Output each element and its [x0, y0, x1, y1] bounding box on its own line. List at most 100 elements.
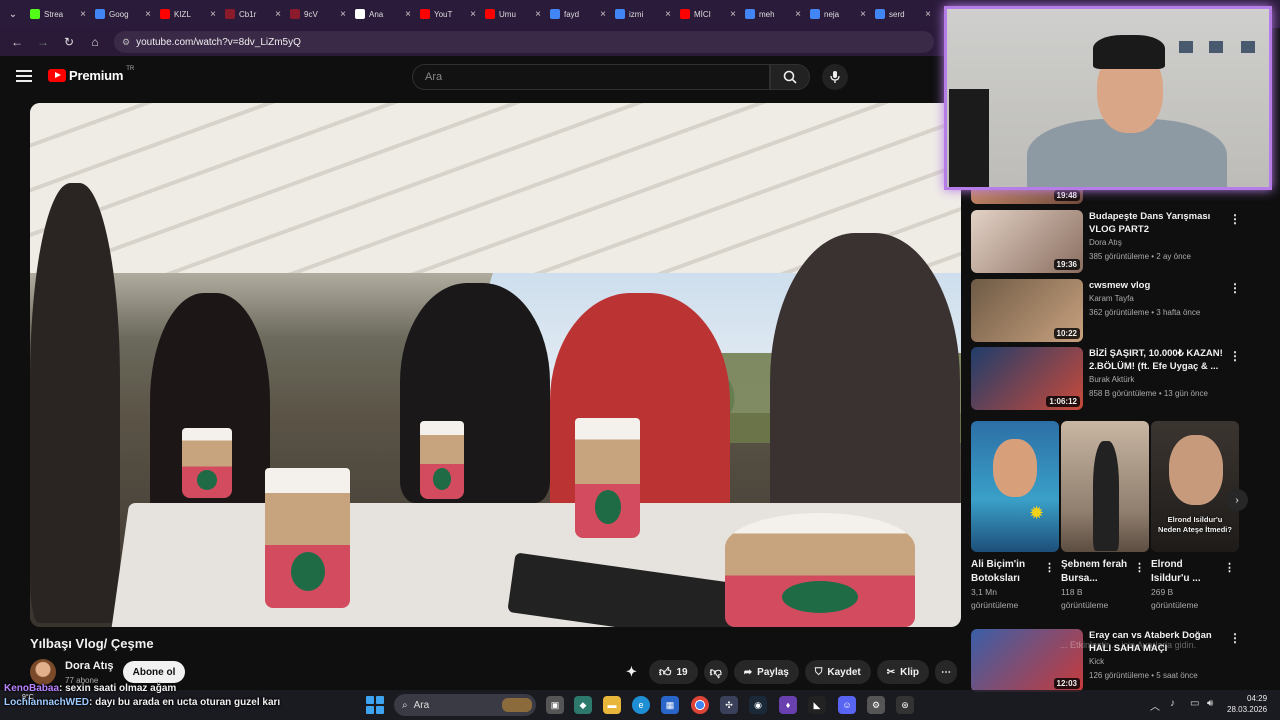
share-button[interactable]: ➦ Paylaş: [733, 660, 799, 684]
recommendation-item[interactable]: 1:06:12 BİZİ ŞAŞIRT, 10.000₺ KAZAN! 2.BÖL…: [971, 347, 1271, 417]
browser-tab[interactable]: Umu ×: [481, 3, 545, 25]
recommendation-item[interactable]: 19:36 Budapeşte Dans Yarışması VLOG PART2…: [971, 210, 1271, 280]
volume-icon[interactable]: 🔊︎: [1207, 698, 1213, 709]
menu-icon[interactable]: [16, 70, 32, 82]
youtube-logo[interactable]: Premium TR: [48, 66, 134, 83]
chat-text: : dayı bu arada en ucta oturan guzel kar…: [89, 697, 281, 708]
browser-tab[interactable]: serd ×: [871, 3, 935, 25]
app-icon[interactable]: ⊛: [896, 696, 914, 714]
close-icon[interactable]: ×: [665, 9, 671, 20]
close-icon[interactable]: ×: [795, 9, 801, 20]
video-player[interactable]: [30, 103, 961, 627]
search-icon: ⌕: [402, 699, 408, 711]
close-icon[interactable]: ×: [275, 9, 281, 20]
dislike-button[interactable]: 👎︎: [703, 660, 728, 684]
weather-widget[interactable]: 9°C: [22, 694, 34, 701]
more-vert-icon[interactable]: ⋮: [1229, 212, 1241, 226]
recommendation-thumbnail: 19:36: [971, 210, 1083, 273]
voice-search-button[interactable]: [822, 64, 848, 90]
windows-start-icon[interactable]: [366, 696, 384, 714]
app-icon[interactable]: ✣: [720, 696, 738, 714]
close-icon[interactable]: ×: [470, 9, 476, 20]
taskbar-clock[interactable]: 04:29 28.03.2026: [1227, 693, 1267, 715]
save-button[interactable]: ⛉ Kaydet: [804, 660, 871, 684]
close-icon[interactable]: ×: [600, 9, 606, 20]
subscribe-button[interactable]: Abone ol: [123, 661, 185, 683]
short-item[interactable]: Şebnem ferah Bursa... 118 B görüntüleme …: [1061, 421, 1149, 612]
more-vert-icon[interactable]: ⋮: [1229, 631, 1241, 645]
tab-title: YouT: [434, 9, 453, 19]
recommendation-item[interactable]: 10:22 cwsmew vlog Karam Tayfa 362 görüntüle…: [971, 279, 1271, 349]
video-cup: [420, 421, 464, 499]
clip-button[interactable]: ✂ Klip: [876, 660, 929, 684]
home-icon[interactable]: ⌂: [84, 31, 106, 53]
browser-tab[interactable]: izmi ×: [611, 3, 675, 25]
store-icon[interactable]: ▦: [661, 696, 679, 714]
app-icon[interactable]: ◣: [808, 696, 826, 714]
microphone-icon: [830, 71, 840, 83]
recommendation-channel[interactable]: Karam Tayfa: [1089, 294, 1134, 303]
more-actions-button[interactable]: ⋯: [935, 660, 957, 684]
short-item[interactable]: ✹ Ali Biçim'in Botoksları 3,1 Mn görüntü…: [971, 421, 1059, 612]
tab-search-icon[interactable]: ⌄: [0, 0, 26, 28]
more-vert-icon[interactable]: ⋮: [1229, 349, 1241, 363]
like-button[interactable]: 👍︎ 19: [648, 660, 698, 684]
taskbar-search[interactable]: ⌕ Ara: [394, 694, 536, 716]
search-input[interactable]: Ara: [412, 64, 770, 90]
browser-tab[interactable]: 9cV ×: [286, 3, 350, 25]
browser-tab[interactable]: YouT ×: [416, 3, 480, 25]
reload-icon[interactable]: ↻: [58, 31, 80, 53]
microphone-icon[interactable]: ♪: [1170, 698, 1175, 709]
address-bar[interactable]: ⚙ youtube.com/watch?v=8dv_LiZm5yQ: [114, 31, 934, 53]
close-icon[interactable]: ×: [145, 9, 151, 20]
settings-icon[interactable]: ⚙: [867, 696, 885, 714]
short-item[interactable]: Elrond Isildur'u Neden Ateşe İtmedi? Elr…: [1151, 421, 1239, 612]
forward-icon[interactable]: →: [32, 31, 54, 53]
search-button[interactable]: [770, 64, 810, 90]
short-menu-icon[interactable]: ⋮: [1134, 561, 1145, 574]
logo-text: Premium: [69, 68, 124, 83]
steam-icon[interactable]: ◉: [749, 696, 767, 714]
recommendation-meta: 858 B görüntüleme • 13 gün önce: [1089, 389, 1208, 398]
close-icon[interactable]: ×: [80, 9, 86, 20]
stream-chat: KenoBabaa: sexin saati olmaz ağam Lochla…: [4, 682, 280, 710]
browser-tab[interactable]: Ana ×: [351, 3, 415, 25]
close-icon[interactable]: ×: [925, 9, 931, 20]
recommendation-channel[interactable]: Burak Aktürk: [1089, 375, 1134, 384]
shorts-next-button[interactable]: ›: [1226, 489, 1248, 511]
close-icon[interactable]: ×: [405, 9, 411, 20]
close-icon[interactable]: ×: [210, 9, 216, 20]
ask-button[interactable]: ✦: [620, 660, 643, 684]
more-vert-icon[interactable]: ⋮: [1229, 281, 1241, 295]
edge-icon[interactable]: e: [632, 696, 650, 714]
browser-tab[interactable]: meh ×: [741, 3, 805, 25]
browser-tab[interactable]: Strea ×: [26, 3, 90, 25]
chevron-up-icon[interactable]: ︿: [1150, 698, 1160, 713]
browser-tab[interactable]: neja ×: [806, 3, 870, 25]
shorts-shelf: ✹ Ali Biçim'in Botoksları 3,1 Mn görüntü…: [971, 421, 1261, 616]
browser-tab[interactable]: Goog ×: [91, 3, 155, 25]
chrome-icon[interactable]: [691, 696, 709, 714]
display-icon[interactable]: ▭: [1190, 698, 1199, 709]
task-view-icon[interactable]: ▣: [546, 696, 564, 714]
recommendation-channel[interactable]: Dora Atış: [1089, 238, 1122, 247]
short-menu-icon[interactable]: ⋮: [1224, 561, 1235, 574]
browser-tab[interactable]: KIZL ×: [156, 3, 220, 25]
app-icon[interactable]: ◆: [574, 696, 592, 714]
like-count: 19: [676, 666, 688, 678]
back-icon[interactable]: ←: [6, 31, 28, 53]
discord-icon[interactable]: ☺: [838, 696, 856, 714]
close-icon[interactable]: ×: [340, 9, 346, 20]
site-info-icon[interactable]: ⚙: [122, 37, 130, 48]
channel-name[interactable]: Dora Atış: [65, 660, 114, 672]
app-icon[interactable]: ♦: [779, 696, 797, 714]
browser-tab[interactable]: Cb1r ×: [221, 3, 285, 25]
browser-tab[interactable]: MİCI ×: [676, 3, 740, 25]
close-icon[interactable]: ×: [730, 9, 736, 20]
browser-tab[interactable]: fayd ×: [546, 3, 610, 25]
file-explorer-icon[interactable]: ▬: [603, 696, 621, 714]
recommendation-channel[interactable]: Kick: [1089, 657, 1104, 666]
close-icon[interactable]: ×: [860, 9, 866, 20]
close-icon[interactable]: ×: [535, 9, 541, 20]
short-menu-icon[interactable]: ⋮: [1044, 561, 1055, 574]
